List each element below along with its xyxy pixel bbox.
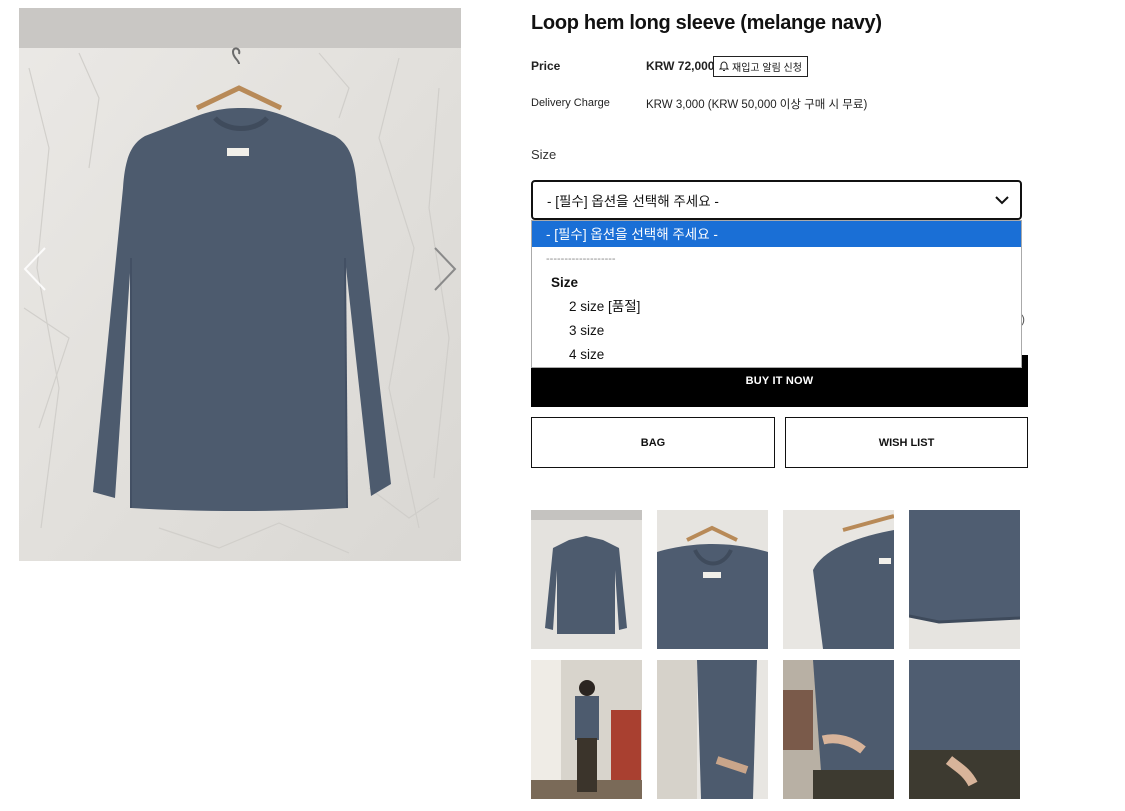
product-title: Loop hem long sleeve (melange navy) [531,12,882,34]
delivery-label: Delivery Charge [531,97,610,109]
chevron-right-icon [434,247,457,291]
thumbnail-5[interactable] [531,660,642,799]
thumbnail-3[interactable] [783,510,894,649]
size-select-value: - [필수] 옵션을 선택해 주세요 - [547,194,719,209]
prev-image-button[interactable] [19,244,49,294]
delivery-value: KRW 3,000 (KRW 50,000 이상 구매 시 무료) [646,99,868,111]
thumbnail-image [783,660,894,799]
thumbnail-image [657,510,768,649]
thumbnail-image [909,660,1020,799]
option-size-3[interactable]: 3 size [532,319,1021,343]
bell-icon [719,61,729,71]
thumbnail-image [531,660,642,799]
add-to-bag-button[interactable]: BAG [531,417,775,468]
option-placeholder[interactable]: - [필수] 옵션을 선택해 주세요 - [532,221,1021,247]
thumbnail-7[interactable] [783,660,894,799]
price-label: Price [531,59,561,73]
price-value: KRW 72,000 [646,59,715,73]
thumbnail-image [783,510,894,649]
thumbnail-image [909,510,1020,649]
option-divider[interactable]: ------------------- [532,247,1021,271]
restock-alert-button[interactable]: 재입고 알림 신청 [713,56,808,77]
option-group-size: Size [551,275,579,290]
option-size-2[interactable]: 2 size [품절] [532,295,1021,319]
chevron-down-icon [995,196,1009,205]
size-label: Size [531,147,557,162]
option-size-4[interactable]: 4 size [532,343,1021,367]
main-product-photo [19,8,461,561]
restock-alert-label: 재입고 알림 신청 [732,63,802,74]
main-product-image [19,8,461,561]
thumbnail-1[interactable] [531,510,642,649]
size-dropdown-list: - [필수] 옵션을 선택해 주세요 - -------------------… [531,220,1022,368]
next-image-button[interactable] [431,244,461,294]
thumbnail-4[interactable] [909,510,1020,649]
thumbnail-8[interactable] [909,660,1020,799]
thumbnail-image [657,660,768,799]
size-select[interactable]: - [필수] 옵션을 선택해 주세요 - [531,180,1022,220]
wishlist-button[interactable]: WISH LIST [785,417,1028,468]
chevron-left-icon [23,247,46,291]
thumbnail-2[interactable] [657,510,768,649]
thumbnail-image [531,510,642,649]
thumbnail-6[interactable] [657,660,768,799]
